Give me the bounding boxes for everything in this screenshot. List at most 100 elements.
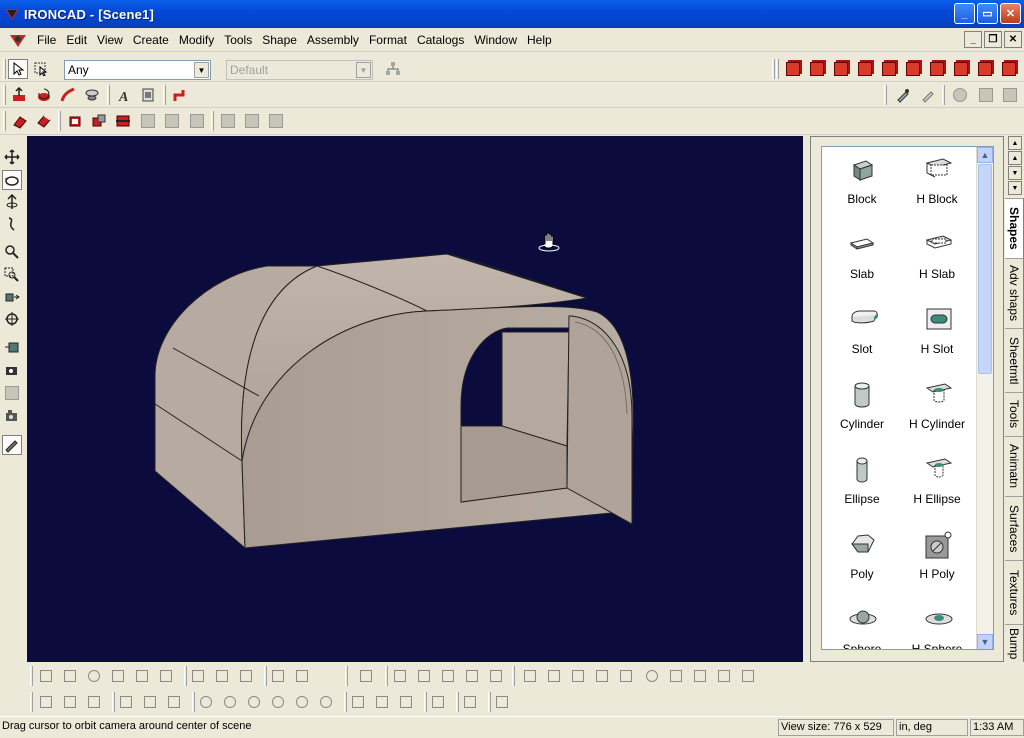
toolbar-grip[interactable]	[107, 85, 110, 105]
view-bottom-icon[interactable]	[903, 59, 923, 79]
spin-icon[interactable]	[34, 85, 54, 105]
toolbar-grip[interactable]	[3, 85, 6, 105]
paint-icon[interactable]	[918, 85, 938, 105]
chamfer-icon[interactable]	[34, 111, 54, 131]
tab-animatn[interactable]: Animatn	[1005, 436, 1024, 496]
document-menu-icon[interactable]	[8, 30, 28, 50]
sheet-icon[interactable]	[138, 85, 158, 105]
catalog-item-h-slot[interactable]: H Slot	[897, 297, 977, 367]
catalog-item-h-cylinder[interactable]: H Cylinder	[897, 372, 977, 442]
catalog-item-ellipse[interactable]: Ellipse	[822, 447, 902, 517]
toolbar-grip[interactable]	[345, 666, 348, 686]
select-part-icon[interactable]	[31, 59, 51, 79]
scroll-thumb[interactable]	[978, 164, 992, 374]
toolbar-grip[interactable]	[424, 692, 427, 712]
view-iso4-icon[interactable]	[999, 59, 1019, 79]
zoom-window-icon[interactable]	[2, 265, 22, 285]
view-iso-icon[interactable]	[927, 59, 947, 79]
view-front-icon[interactable]	[783, 59, 803, 79]
text-icon[interactable]: A	[114, 85, 134, 105]
eyedropper-icon[interactable]	[893, 85, 913, 105]
tab-bump[interactable]: Bump	[1005, 624, 1024, 662]
catalog-item-poly[interactable]: Poly	[822, 522, 902, 592]
tab-scroll-up-icon[interactable]: ▲	[1008, 136, 1022, 150]
toolbar-grip[interactable]	[776, 59, 779, 79]
tab-sheetmtl[interactable]: Sheetmtl	[1005, 328, 1024, 392]
doc-minimize-button[interactable]: _	[964, 31, 982, 48]
split-icon[interactable]	[113, 111, 133, 131]
restore-button[interactable]: ▭	[977, 3, 998, 24]
menu-window[interactable]: Window	[469, 30, 522, 50]
toolbar-grip[interactable]	[512, 666, 515, 686]
view-back-icon[interactable]	[807, 59, 827, 79]
toolbar-grip[interactable]	[163, 85, 166, 105]
toolbar-grip[interactable]	[344, 692, 347, 712]
tab-shapes[interactable]: Shapes	[1005, 198, 1024, 258]
toolbar-grip[interactable]	[772, 59, 775, 79]
close-button[interactable]: ✕	[1000, 3, 1021, 24]
menu-help[interactable]: Help	[522, 30, 557, 50]
hierarchy-icon[interactable]	[383, 59, 403, 79]
walk-icon[interactable]	[2, 192, 22, 212]
look-at-icon[interactable]	[2, 287, 22, 307]
minimize-button[interactable]: _	[954, 3, 975, 24]
menu-file[interactable]: File	[32, 30, 61, 50]
catalog-item-block[interactable]: Block	[822, 147, 902, 217]
catalog-list[interactable]: Block H Block Slab H Slab Slot H Slot Cy…	[821, 146, 994, 650]
toolbar-grip[interactable]	[385, 666, 388, 686]
blend-icon[interactable]	[10, 111, 30, 131]
menu-tools[interactable]: Tools	[219, 30, 257, 50]
catalog-item-h-sphere[interactable]: H Sphere	[897, 597, 977, 649]
chevron-down-icon[interactable]: ▼	[194, 62, 209, 78]
camera-icon[interactable]	[2, 360, 22, 380]
tab-scroll-bottom-icon[interactable]: ▼	[1008, 166, 1022, 180]
menu-shape[interactable]: Shape	[257, 30, 302, 50]
extrude-icon[interactable]	[9, 85, 29, 105]
camera-frame-icon[interactable]	[2, 406, 22, 426]
scene-viewport[interactable]	[27, 136, 803, 662]
catalog-item-h-slab[interactable]: H Slab	[897, 222, 977, 292]
zoom-icon[interactable]	[2, 242, 22, 262]
fit-view-icon[interactable]	[2, 309, 22, 329]
view-left-icon[interactable]	[831, 59, 851, 79]
toolbar-grip[interactable]	[184, 666, 187, 686]
toolbar-grip[interactable]	[58, 111, 61, 131]
toolbar-grip[interactable]	[112, 692, 115, 712]
fly-icon[interactable]	[2, 214, 22, 234]
scroll-down-icon[interactable]: ▼	[977, 634, 993, 649]
pan-icon[interactable]	[2, 147, 22, 167]
menu-create[interactable]: Create	[128, 30, 174, 50]
menu-assembly[interactable]: Assembly	[302, 30, 364, 50]
orbit-icon[interactable]	[2, 170, 22, 190]
toolbar-grip[interactable]	[456, 692, 459, 712]
tab-textures[interactable]: Textures	[1005, 560, 1024, 624]
toolbar-grip[interactable]	[211, 111, 214, 131]
render-quality-icon[interactable]	[2, 435, 22, 455]
menu-view[interactable]: View	[92, 30, 128, 50]
select-arrow-icon[interactable]	[8, 59, 28, 79]
loft-icon[interactable]	[82, 85, 102, 105]
catalog-item-slot[interactable]: Slot	[822, 297, 902, 367]
menu-edit[interactable]: Edit	[61, 30, 92, 50]
toolbar-grip[interactable]	[192, 692, 195, 712]
catalog-item-sphere[interactable]: Sphere	[822, 597, 902, 649]
bend-icon[interactable]	[170, 85, 190, 105]
toolbar-grip[interactable]	[3, 59, 6, 79]
toolbar-grip[interactable]	[30, 666, 33, 686]
toolbar-grip[interactable]	[942, 85, 945, 105]
menu-catalogs[interactable]: Catalogs	[412, 30, 469, 50]
menu-modify[interactable]: Modify	[174, 30, 219, 50]
boolean-icon[interactable]	[89, 111, 109, 131]
tab-scroll-down-icon[interactable]: ▼	[1008, 181, 1022, 195]
toolbar-grip[interactable]	[264, 666, 267, 686]
toolbar-grip[interactable]	[884, 85, 887, 105]
toolbar-grip[interactable]	[488, 692, 491, 712]
ironcad-app-icon[interactable]	[4, 6, 20, 22]
sweep-icon[interactable]	[58, 85, 78, 105]
menu-format[interactable]: Format	[364, 30, 412, 50]
catalog-item-h-ellipse[interactable]: H Ellipse	[897, 447, 977, 517]
tab-surfaces[interactable]: Surfaces	[1005, 496, 1024, 560]
catalog-item-slab[interactable]: Slab	[822, 222, 902, 292]
tab-adv-shaps[interactable]: Adv shaps	[1005, 258, 1024, 328]
tab-tools[interactable]: Tools	[1005, 392, 1024, 436]
